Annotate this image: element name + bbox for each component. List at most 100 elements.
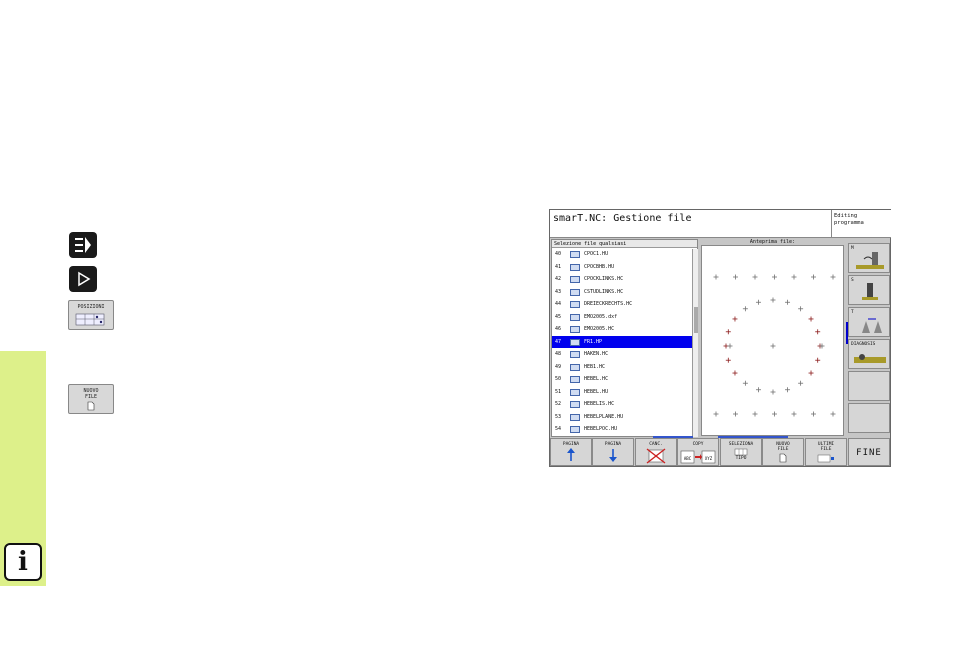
screen-title: smarT.NC: Gestione file xyxy=(550,210,832,238)
scrollbar-thumb[interactable] xyxy=(694,307,698,333)
file-row[interactable]: 51 HEBEL.HU xyxy=(552,386,697,399)
arrow-up-icon xyxy=(567,448,575,461)
file-row[interactable]: 50 HEBEL.HC xyxy=(552,373,697,386)
recent-files-icon xyxy=(817,454,834,463)
page-up-softkey[interactable]: PAGINA xyxy=(550,438,592,466)
file-type-icon xyxy=(570,401,580,408)
preview-point xyxy=(815,329,821,335)
select-type-softkey[interactable]: SELEZIONA TIPO xyxy=(720,438,762,466)
copy-softkey[interactable]: COPY ABC XYZ xyxy=(677,438,719,466)
file-row[interactable]: 54 HEBELPOC.HU xyxy=(552,423,697,436)
preview-point xyxy=(770,297,776,303)
file-row-number: 41 xyxy=(555,263,562,270)
positions-grid-icon xyxy=(75,313,105,326)
preview-point xyxy=(808,370,814,376)
file-type-icon xyxy=(570,301,580,308)
side-softkey-s[interactable]: S xyxy=(848,275,890,305)
preview-point xyxy=(772,411,777,417)
nuovo-file-softkey[interactable]: NUOVO FILE xyxy=(68,384,114,414)
file-row-number: 45 xyxy=(555,313,562,320)
preview-point xyxy=(752,274,758,280)
side-softkey-t[interactable]: T xyxy=(848,307,890,337)
delete-icon xyxy=(646,448,666,464)
file-row-number: 54 xyxy=(555,426,562,432)
file-type-icon xyxy=(570,313,580,321)
file-row[interactable]: 43 CSTUDLINKS.HC xyxy=(552,286,697,299)
hardkey-play-icon[interactable] xyxy=(69,266,97,292)
file-row[interactable]: 53 HEBELPLANE.HU xyxy=(552,411,697,424)
preview-point xyxy=(811,274,816,280)
info-icon: i xyxy=(4,543,42,581)
file-row-number: 48 xyxy=(555,351,562,357)
posizioni-softkey[interactable]: POSIZIONI xyxy=(68,300,114,330)
vertical-softkey-bar: M S T DIAGNOSIS xyxy=(848,243,890,437)
preview-point xyxy=(713,411,719,417)
file-row-name: HEBEL.HU xyxy=(584,388,609,395)
file-row[interactable]: 41 CPOCBHB.HU xyxy=(552,261,697,274)
recent-files-softkey[interactable]: ULTIMI FILE xyxy=(805,438,847,466)
side-softkey-m[interactable]: M xyxy=(848,243,890,273)
file-row-name: HEB1.HC xyxy=(584,363,606,370)
file-row-name: HEBELPOC.HU xyxy=(584,426,618,432)
preview-point xyxy=(755,387,761,393)
file-list-title: Selezione file qualsiasi xyxy=(552,240,697,248)
file-type-icon xyxy=(570,388,580,396)
horizontal-softkey-bar: PAGINA PAGINA CANC. COPY ABC XYZ SELEZIO… xyxy=(550,438,890,466)
file-row-name: FR1.HP xyxy=(584,338,603,345)
preview-point xyxy=(755,299,761,305)
tool-icon xyxy=(862,283,878,300)
file-row-name: EMO2005.dxf xyxy=(584,313,618,320)
preview-point xyxy=(727,343,733,349)
preview-point xyxy=(742,306,748,312)
fine-softkey[interactable]: FINE xyxy=(848,438,890,466)
file-row-name: CPOCKLINKS.HC xyxy=(584,276,624,282)
new-file-softkey[interactable]: NUOVO FILE xyxy=(762,438,804,466)
side-softkey-diagnosis[interactable]: DIAGNOSIS xyxy=(848,339,890,369)
preview-point xyxy=(791,411,797,417)
preview-point xyxy=(785,299,791,305)
file-row[interactable]: 44 DREIECKRECHTS.HC xyxy=(552,298,697,311)
copy-icon: ABC XYZ xyxy=(680,450,716,464)
file-row-name: HEBELIS.HC xyxy=(584,401,615,407)
file-row-name: HAKEN.HC xyxy=(584,351,609,357)
file-type-icon xyxy=(570,338,580,346)
preview-point xyxy=(733,411,738,417)
preview-point xyxy=(785,387,791,393)
file-row[interactable]: 47 FR1.HP xyxy=(552,335,697,348)
file-row-name: HEBEL.HC xyxy=(584,376,609,382)
file-row[interactable]: 48 HAKEN.HC xyxy=(552,348,697,361)
preview-point xyxy=(732,316,738,322)
file-row-number: 53 xyxy=(555,413,562,420)
hardkey-menu-icon[interactable] xyxy=(69,232,97,258)
preview-point xyxy=(830,411,836,417)
file-row-number: 44 xyxy=(555,301,562,307)
side-softkey-empty-2[interactable] xyxy=(848,403,890,433)
preview-point xyxy=(742,380,748,386)
file-row[interactable]: 46 EMO2005.HC xyxy=(552,323,697,336)
arrow-down-icon xyxy=(609,449,617,462)
file-type-icon xyxy=(570,376,580,383)
delete-softkey[interactable]: CANC. xyxy=(635,438,677,466)
file-row[interactable]: 49 HEB1.HC xyxy=(552,361,697,374)
file-row[interactable]: 45 EMO2005.dxf xyxy=(552,311,697,324)
file-type-icon xyxy=(570,426,580,433)
preview-point xyxy=(770,343,776,349)
file-row-name: HEBELPLANE.HU xyxy=(584,413,624,420)
preview-point xyxy=(725,357,731,363)
preview-point xyxy=(752,411,758,417)
preview-point xyxy=(733,274,738,280)
file-type-icon xyxy=(570,326,580,333)
file-type-icon xyxy=(570,251,580,258)
file-row-name: EMO2005.HC xyxy=(584,326,615,332)
file-row[interactable]: 52 HEBELIS.HC xyxy=(552,398,697,411)
preview-point xyxy=(798,380,804,386)
page-down-softkey[interactable]: PAGINA xyxy=(592,438,634,466)
side-softkey-empty-1[interactable] xyxy=(848,371,890,401)
preview-point xyxy=(808,316,814,322)
file-row-name: CPOCBHB.HU xyxy=(584,263,615,270)
file-row-number: 51 xyxy=(555,388,562,395)
file-row[interactable]: 42 CPOCKLINKS.HC xyxy=(552,273,697,286)
file-list-scrollbar[interactable] xyxy=(692,249,698,437)
file-row[interactable]: 40 CPOC1.HU xyxy=(552,248,697,261)
file-preview xyxy=(701,245,844,436)
